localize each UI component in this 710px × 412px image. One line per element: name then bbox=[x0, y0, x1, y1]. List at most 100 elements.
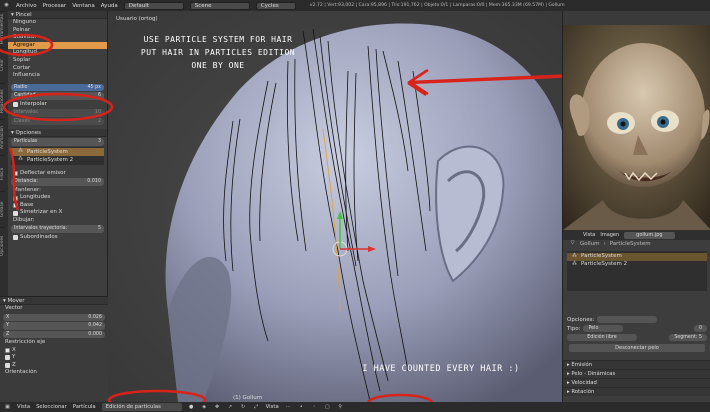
options-settings-field[interactable] bbox=[597, 316, 658, 323]
point-select-icon[interactable]: • bbox=[298, 404, 305, 411]
lengths-checkbox[interactable]: Longitudes bbox=[8, 194, 107, 202]
menu-particle[interactable]: Partícula bbox=[73, 404, 96, 410]
constraint-z-box[interactable] bbox=[5, 362, 10, 368]
tab-options[interactable]: Opciones bbox=[0, 227, 5, 263]
menu-ventana[interactable]: Ventana bbox=[72, 3, 95, 9]
scene-selector[interactable]: Scene bbox=[189, 1, 250, 10]
menu-archivo[interactable]: Archivo bbox=[16, 3, 37, 9]
brush-add[interactable]: Agregar bbox=[8, 41, 107, 50]
reference-image[interactable] bbox=[563, 25, 710, 230]
x-label: X bbox=[6, 314, 10, 320]
translate-icon[interactable]: ↗ bbox=[227, 404, 234, 411]
vector-x-field[interactable]: X 0.026 bbox=[3, 313, 105, 322]
manipulator-icon[interactable]: ✥ bbox=[214, 404, 221, 411]
pivot-icon[interactable]: ◈ bbox=[201, 404, 208, 411]
shading-icon[interactable]: ● bbox=[188, 404, 195, 411]
deflect-checkbox[interactable]: Deflectar emisor bbox=[8, 170, 107, 178]
image-menu-image[interactable]: Imagen bbox=[600, 232, 619, 238]
constraint-y-box[interactable] bbox=[5, 355, 10, 361]
interpolate-box[interactable] bbox=[13, 102, 18, 107]
tab-animation[interactable]: Animación bbox=[0, 119, 5, 155]
interpolate-checkbox[interactable]: Interpolar bbox=[8, 101, 107, 109]
menu-select[interactable]: Seleccionar bbox=[36, 404, 67, 410]
brush-comb[interactable]: Peinar bbox=[8, 27, 107, 35]
brush-panel-header[interactable]: ▾ Pincel bbox=[8, 11, 107, 19]
tab-physics[interactable]: Física bbox=[0, 155, 5, 191]
vector-z-field[interactable]: Z 0.000 bbox=[3, 330, 105, 339]
editor-type-icon[interactable]: ▣ bbox=[4, 404, 11, 411]
brush-none[interactable]: Ninguno bbox=[8, 19, 107, 27]
brush-length[interactable]: Longitud bbox=[8, 49, 107, 57]
constraint-z-checkbox[interactable]: Z bbox=[0, 362, 108, 370]
steps-field[interactable]: Intervalos 10 bbox=[11, 109, 104, 117]
render-engine-selector[interactable]: Cycles bbox=[255, 1, 296, 10]
path-steps-field[interactable]: Intervalos trayectoria: 5 bbox=[11, 225, 104, 233]
brush-cut[interactable]: Cortar bbox=[8, 65, 107, 73]
system-2-label: ParticleSystem 2 bbox=[27, 156, 74, 163]
tip-select-icon[interactable]: ◦ bbox=[311, 404, 318, 411]
mode-selector[interactable]: Edición de partículas bbox=[101, 403, 182, 411]
constraint-x-checkbox[interactable]: X bbox=[0, 347, 108, 355]
children-box[interactable] bbox=[13, 235, 18, 241]
path-select-icon[interactable]: ⋯ bbox=[285, 404, 292, 411]
tab-tools[interactable]: Herramientas bbox=[0, 11, 5, 47]
image-file-selector[interactable]: gollum.jpg bbox=[624, 231, 675, 239]
menu-view[interactable]: Vista bbox=[17, 404, 30, 410]
options-panel-header[interactable]: ▾ Opciones bbox=[8, 129, 107, 138]
children-checkbox[interactable]: Subordinados bbox=[8, 234, 107, 242]
keys-field[interactable]: Claves 2 bbox=[11, 117, 104, 126]
seed-field[interactable]: 0 bbox=[693, 325, 707, 332]
section-hair-dynamics[interactable]: ▸ Pelo - Dinámicas bbox=[563, 369, 710, 378]
disconnect-hair-button[interactable]: Desconectar pelo bbox=[569, 344, 705, 352]
rotate-icon[interactable]: ↻ bbox=[240, 404, 247, 411]
radius-field[interactable]: Radio 45 px bbox=[11, 83, 104, 92]
brush-weight[interactable]: Influencia bbox=[8, 72, 107, 80]
toolshelf-particle-system-1[interactable]: ⁂ ParticleSystem bbox=[11, 147, 104, 156]
edit-mode-field[interactable]: Partículas 3 bbox=[11, 138, 104, 146]
3d-viewport[interactable]: Usuario (ortog) (1) Gollum USE PARTICLE … bbox=[108, 11, 562, 402]
brush-puff[interactable]: Soplar bbox=[8, 57, 107, 65]
interpolate-label: Interpolar bbox=[20, 100, 47, 107]
constraint-x-label: X bbox=[12, 346, 16, 353]
constraint-x-box[interactable] bbox=[5, 347, 10, 353]
mirror-checkbox[interactable]: Simetrizar en X bbox=[8, 209, 107, 217]
vector-y-field[interactable]: Y 0.042 bbox=[3, 322, 105, 330]
transform-orientation[interactable]: Vista bbox=[266, 404, 279, 410]
snap-icon[interactable]: ⚲ bbox=[337, 404, 344, 411]
base-box[interactable] bbox=[13, 203, 18, 209]
blender-logo-icon[interactable]: ◉ bbox=[3, 2, 10, 9]
mirror-box[interactable] bbox=[13, 210, 18, 216]
menu-ayuda[interactable]: Ayuda bbox=[101, 3, 118, 9]
scale-icon[interactable]: ⤢ bbox=[253, 404, 260, 411]
operator-header[interactable]: ▾ Mover bbox=[0, 297, 108, 305]
toolshelf-particle-system-2[interactable]: ⁂ ParticleSystem 2 bbox=[11, 156, 104, 164]
free-edit-button[interactable]: Edición libre bbox=[567, 334, 637, 341]
x-value: 0.026 bbox=[88, 314, 102, 320]
blender-window: ◉ Archivo Procesar Ventana Ayuda Default… bbox=[0, 0, 710, 412]
constraint-y-checkbox[interactable]: Y bbox=[0, 354, 108, 362]
section-velocity[interactable]: ▸ Velocidad bbox=[563, 378, 710, 387]
deflect-box[interactable] bbox=[13, 171, 18, 176]
count-field[interactable]: Cantidad 6 bbox=[11, 92, 104, 100]
layout-selector[interactable]: Default bbox=[123, 1, 184, 10]
particle-system-1[interactable]: ⁂ ParticleSystem bbox=[567, 253, 707, 261]
base-checkbox[interactable]: Base bbox=[8, 202, 107, 210]
annotation-bottom-text: I HAVE COUNTED EVERY HAIR :) bbox=[362, 364, 520, 374]
viewport-object-label: (1) Gollum bbox=[233, 395, 263, 401]
segments-field[interactable]: Segment: 5 bbox=[669, 334, 707, 341]
section-rotation[interactable]: ▸ Rotación bbox=[563, 387, 710, 396]
tab-grease[interactable]: Grease bbox=[0, 191, 5, 227]
lengths-box[interactable] bbox=[13, 195, 18, 201]
keep-label: Mantener: bbox=[13, 186, 42, 193]
particle-system-2[interactable]: ⁂ ParticleSystem 2 bbox=[567, 261, 707, 269]
count-label: Cantidad bbox=[14, 93, 36, 99]
distance-field[interactable]: Distancia: 0.010 bbox=[11, 178, 104, 186]
tab-create[interactable]: Crear bbox=[0, 47, 5, 83]
section-emission[interactable]: ▸ Emisión bbox=[563, 360, 710, 369]
type-selector[interactable]: Pelo bbox=[583, 325, 624, 332]
brush-smooth[interactable]: Suavizar bbox=[8, 34, 107, 42]
image-menu-view[interactable]: Vista bbox=[583, 232, 595, 238]
menu-procesar[interactable]: Procesar bbox=[43, 3, 67, 9]
limit-selection-icon[interactable]: ▢ bbox=[324, 404, 331, 411]
tab-relations[interactable]: Relaciones bbox=[0, 83, 5, 119]
